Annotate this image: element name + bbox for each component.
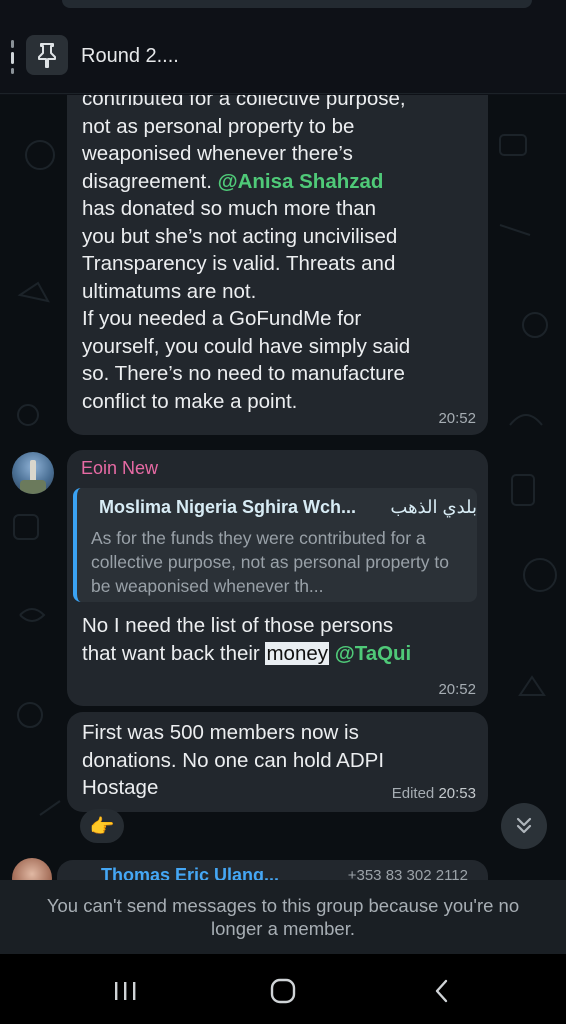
mention-link[interactable]: @TaQui bbox=[335, 642, 412, 665]
message-time: 20:52 bbox=[438, 681, 476, 698]
avatar[interactable] bbox=[12, 452, 54, 494]
reaction-badge[interactable]: 👉 bbox=[80, 809, 124, 843]
message-time: Edited 20:53 bbox=[392, 785, 476, 802]
sender-name[interactable]: Eoin New bbox=[81, 458, 158, 479]
reply-quote[interactable]: Moslima Nigeria Sghira Wch... بلدي الذهب… bbox=[73, 488, 477, 602]
edited-label: Edited bbox=[391, 785, 435, 802]
message-bubble[interactable]: Thomas Eric Ulang... +353 83 302 2112 bbox=[57, 860, 488, 880]
readonly-notice-text: You can't send messages to this group be… bbox=[46, 895, 520, 939]
pinned-message-text[interactable]: Round 2.... bbox=[81, 45, 179, 68]
highlighted-word[interactable]: money bbox=[265, 641, 329, 665]
readonly-notice-bar: You can't send messages to this group be… bbox=[0, 880, 566, 954]
quote-author: Moslima Nigeria Sghira Wch... بلدي الذهب bbox=[99, 497, 477, 518]
sender-phone: +353 83 302 2112 bbox=[347, 867, 468, 880]
recents-icon[interactable] bbox=[95, 974, 155, 1008]
message-bubble[interactable]: First was 500 members now is donations. … bbox=[67, 712, 488, 812]
quote-author-name: Moslima Nigeria Sghira Wch... bbox=[99, 497, 357, 517]
pinned-position-indicator bbox=[11, 40, 14, 74]
system-navigation-bar bbox=[0, 954, 566, 1024]
previous-message-edge bbox=[62, 0, 532, 8]
quote-text: As for the funds they were contributed f… bbox=[91, 528, 449, 596]
home-icon[interactable] bbox=[253, 974, 313, 1008]
message-time-value: 20:53 bbox=[438, 785, 476, 802]
quote-author-name-arabic: بلدي الذهب bbox=[390, 497, 477, 517]
message-text: No I need the list of those persons that… bbox=[82, 612, 482, 667]
mention-link[interactable]: @Anisa Shahzad bbox=[218, 170, 384, 193]
pin-icon[interactable] bbox=[26, 35, 68, 75]
chat-area[interactable]: contributed for a collective purpose, no… bbox=[0, 95, 566, 880]
message-time: 20:52 bbox=[438, 410, 476, 427]
message-bubble[interactable]: contributed for a collective purpose, no… bbox=[67, 95, 488, 435]
pinned-message-bar[interactable]: Round 2.... bbox=[0, 18, 566, 94]
double-chevron-down-icon[interactable] bbox=[501, 803, 547, 849]
back-icon[interactable] bbox=[412, 974, 472, 1008]
sender-name[interactable]: Thomas Eric Ulang... bbox=[101, 865, 279, 880]
message-text-rest: has donated so much more than you but sh… bbox=[82, 197, 411, 413]
message-text: contributed for a collective purpose, no… bbox=[82, 95, 482, 415]
message-bubble[interactable]: Eoin New Moslima Nigeria Sghira Wch... ب… bbox=[67, 450, 488, 706]
